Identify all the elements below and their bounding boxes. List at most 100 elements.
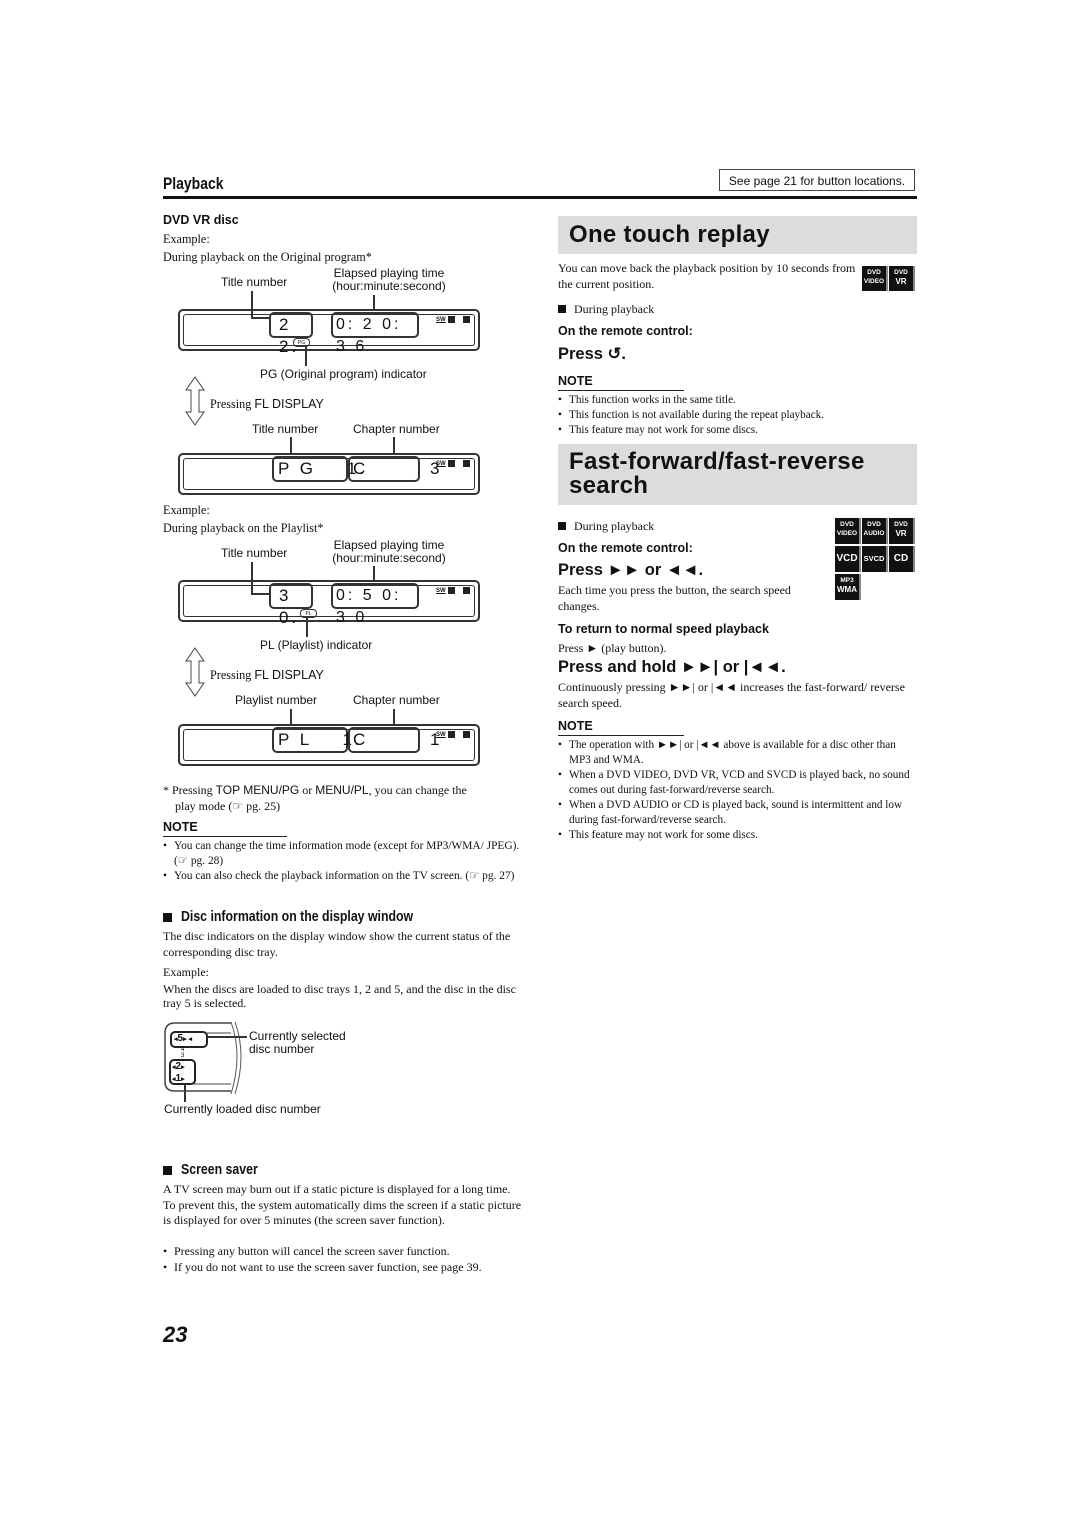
footnote-marker: * — [163, 783, 169, 797]
title-number-segment: 3 0. — [269, 583, 313, 627]
sw-label: SW — [436, 732, 446, 739]
note-item: The operation with ►►| or |◄◄ above is a… — [558, 738, 920, 768]
badge-svcd: SVCD — [862, 546, 888, 572]
during-playback-text: During playback — [574, 519, 655, 533]
elapsed-time-segment: 0: 5 0: 3 0 — [331, 583, 419, 626]
sw-l-indicator: SW — [436, 731, 455, 738]
title-number-label: Title number — [221, 275, 288, 289]
r-indicator — [461, 460, 470, 467]
fast-search-title: Fast-forward/fast-reverse search — [569, 450, 865, 498]
title-number-label: Title number — [221, 546, 288, 560]
during-playback-text: During playback — [574, 302, 655, 316]
badge-dvd-vr: DVD VR — [889, 518, 915, 544]
leader-line — [393, 437, 395, 454]
square-bullet-icon — [558, 305, 566, 313]
badge-label-top: DVD — [894, 521, 908, 528]
example-label: Example: — [163, 503, 210, 517]
fast-search-title-line2: search — [569, 472, 649, 499]
badge-dvd-audio: DVD AUDIO — [862, 518, 888, 544]
fl-display-original-chapter: P G 1. C 3 SW — [178, 453, 480, 495]
badge-label-bottom: VR — [895, 277, 907, 286]
badge-label-bottom: WMA — [837, 585, 857, 594]
l-indicator-icon — [447, 731, 455, 738]
pressing-text: Pressing — [210, 397, 252, 411]
sw-l-indicator: SW — [436, 316, 455, 323]
screen-saver-heading: Screen saver — [181, 1162, 258, 1178]
pressing-fl-display-1: Pressing FL DISPLAY — [210, 397, 324, 412]
example-description: During playback on the Original program* — [163, 250, 372, 264]
badge-label-top: DVD — [840, 521, 854, 528]
one-touch-note-list: This function works in the same title.Th… — [558, 393, 918, 438]
l-indicator-icon — [447, 316, 455, 323]
note-item: You can change the time information mode… — [163, 839, 525, 869]
selected-disc-label: Currently selected disc number — [249, 1030, 346, 1056]
note-heading: NOTE — [163, 820, 198, 834]
title-number-segment: 2 2. — [269, 312, 313, 356]
pressing-text: Pressing — [210, 668, 252, 682]
press-replay-instruction: Press ↺. — [558, 345, 626, 363]
badge-label-top: DVD — [894, 269, 908, 276]
l-indicator-icon — [447, 587, 455, 594]
chapter-number-segment: C 3 — [348, 456, 440, 482]
note-item: You can also check the playback informat… — [163, 869, 525, 884]
r-indicator-icon — [463, 316, 470, 323]
fast-search-title-line1: Fast-forward/fast-reverse — [569, 448, 865, 475]
badge-label-top: DVD — [867, 521, 881, 528]
r-indicator-icon — [463, 731, 470, 738]
selected-disc-label-line2: disc number — [249, 1042, 315, 1056]
leader-line — [373, 566, 375, 581]
disc-info-heading: Disc information on the display window — [181, 909, 414, 925]
leader-line — [305, 346, 307, 366]
selected-disc-indicator: ◂5▸ ◂ — [174, 1033, 193, 1044]
badge-cd: CD — [889, 546, 915, 572]
badge-label: SVCD — [863, 554, 885, 563]
sw-label: SW — [436, 461, 446, 468]
badge-label: VCD — [836, 553, 858, 564]
badge-dvd-vr: DVD VR — [889, 266, 915, 291]
note-item: This function works in the same title. — [558, 393, 918, 408]
note-item: This feature may not work for some discs… — [558, 828, 920, 843]
title-number-segment: P G 1. — [272, 456, 364, 482]
note-item: Pressing any button will cancel the scre… — [163, 1244, 525, 1260]
r-indicator — [461, 731, 470, 738]
pl-indicator-caption: PL (Playlist) indicator — [260, 638, 373, 652]
dvd-vr-heading: DVD VR disc — [163, 213, 239, 227]
badge-label-top: MP3 — [840, 577, 854, 584]
playlist-number-label: Playlist number — [235, 693, 318, 707]
one-touch-during: During playback — [558, 301, 654, 317]
footnote-post: , you can change the — [368, 783, 467, 797]
leader-line — [184, 1084, 186, 1102]
chapter-number-segment: C 1 — [348, 727, 440, 753]
sw-label: SW — [436, 588, 446, 595]
note-item: When a DVD VIDEO, DVD VR, VCD and SVCD i… — [558, 768, 920, 798]
leader-line — [306, 617, 308, 637]
loaded-disc-label: Currently loaded disc number — [164, 1102, 321, 1116]
note-rule — [558, 390, 684, 391]
badge-label-bottom: VIDEO — [836, 530, 858, 537]
disc-info-heading-row: Disc information on the display window — [163, 909, 454, 925]
note-list: You can change the time information mode… — [163, 839, 525, 884]
badge-label-top: DVD — [867, 269, 881, 276]
footnote-mid: or — [299, 783, 316, 797]
leader-line — [207, 1036, 247, 1038]
r-indicator — [461, 316, 470, 323]
r-indicator-icon — [463, 587, 470, 594]
fl-display-original-time: 2 2. 0: 2 0: 3 6 PG SW — [178, 309, 480, 356]
disc-tray-display-diagram — [164, 1021, 242, 1095]
playlist-number-segment: P L 1. — [272, 727, 360, 753]
badge-label-bottom: VR — [895, 529, 907, 538]
section-title: Playback — [163, 174, 224, 193]
badge-label-bottom: VIDEO — [863, 278, 885, 285]
example-description: When the discs are loaded to disc trays … — [163, 982, 516, 1010]
badge-label-bottom: AUDIO — [863, 530, 885, 537]
fl-display-button-name: FL DISPLAY — [254, 397, 324, 411]
square-bullet-icon — [558, 522, 566, 530]
fast-search-note-list: The operation with ►►| or |◄◄ above is a… — [558, 738, 920, 843]
top-menu-pg-button-name: TOP MENU/PG — [215, 783, 300, 797]
pl-indicator: PL — [300, 609, 317, 618]
screen-saver-body: A TV screen may burn out if a static pic… — [163, 1182, 522, 1228]
double-arrow-icon — [185, 647, 205, 697]
square-bullet-icon — [163, 912, 172, 922]
fl-display-playlist-chapter: P L 1. C 1 SW — [178, 724, 480, 766]
return-normal-description: Press ► (play button). — [558, 641, 667, 655]
